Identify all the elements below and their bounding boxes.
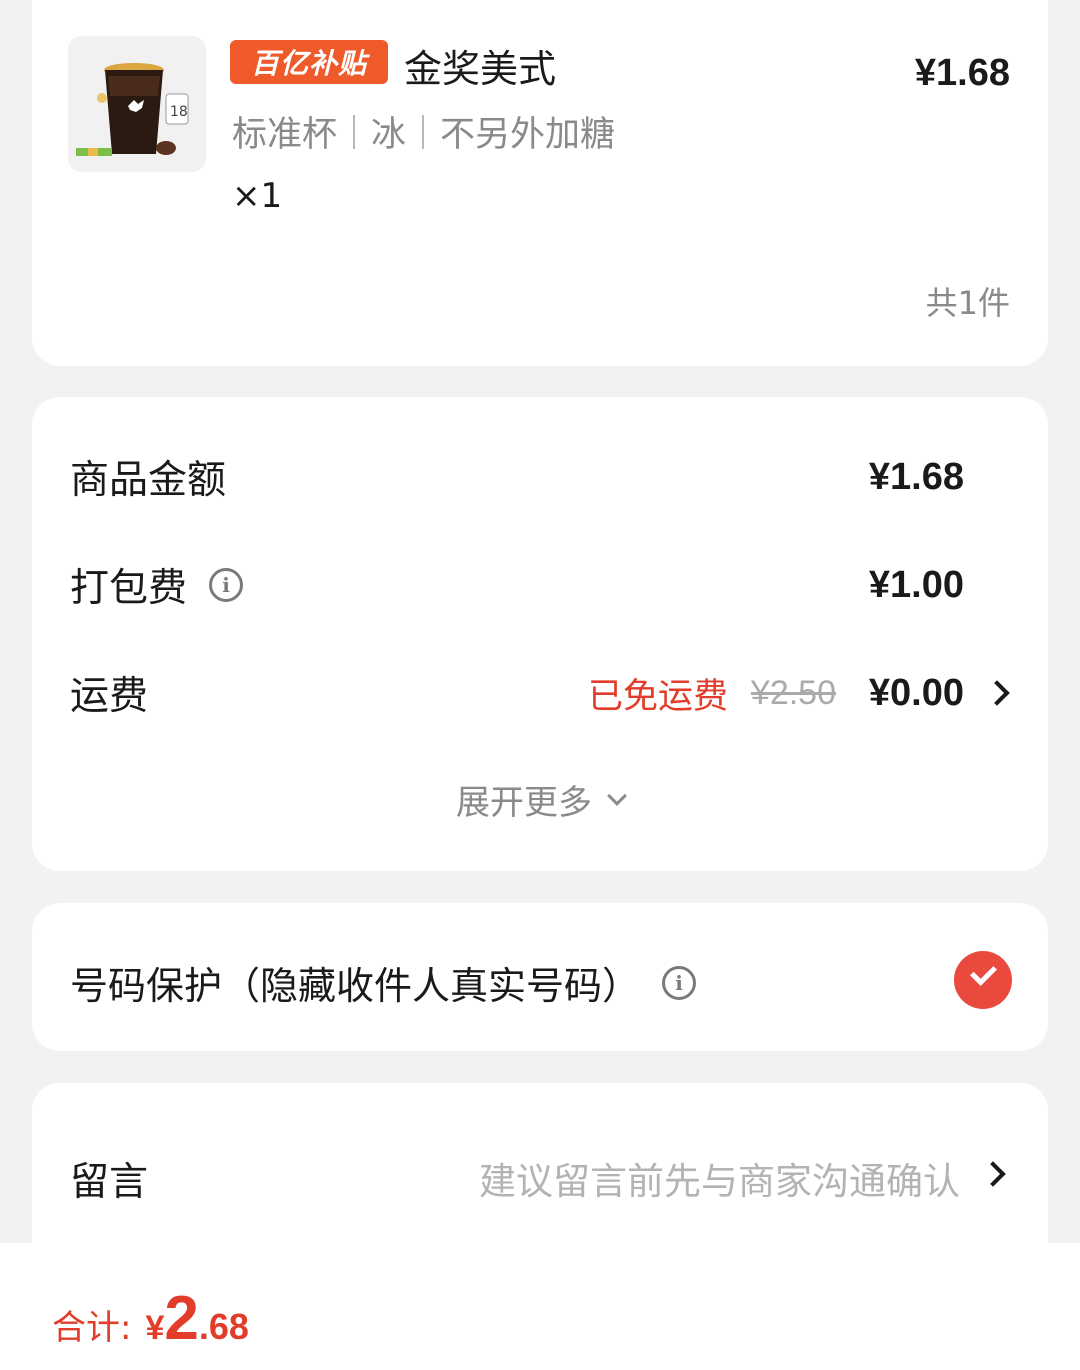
expand-more-label: 展开更多: [456, 783, 592, 823]
iced-americano-cup-image: 18: [68, 36, 206, 172]
goods-amount-value: ¥1.68: [868, 455, 964, 498]
spec-divider: [353, 114, 356, 149]
delivery-fee-row[interactable]: 运费 已免运费 ¥2.50 ¥0.00: [70, 663, 1010, 723]
total-currency: ¥: [145, 1309, 165, 1347]
svg-text:18: 18: [170, 104, 188, 120]
total-decimal: .68: [198, 1306, 249, 1347]
info-icon[interactable]: i: [662, 965, 697, 1000]
order-confirm-page: 18 百亿补贴 金奖美式 ¥1.68 标准杯 冰 不另外加糖 ×1 共1件 商品…: [0, 0, 1080, 1370]
packing-fee-row: 打包费 i ¥1.00: [70, 555, 1004, 615]
goods-amount-row: 商品金额 ¥1.68: [70, 447, 1004, 507]
product-name: 金奖美式: [404, 47, 557, 91]
spec-temperature: 冰: [371, 115, 407, 155]
product-image: 18: [68, 36, 206, 172]
fee-card: 商品金额 ¥1.68 打包费 i ¥1.00 运费 已免运费 ¥2.50 ¥0.…: [32, 397, 1048, 871]
delivery-fee-value: ¥0.00: [868, 671, 964, 714]
spec-sugar: 不另外加糖: [440, 115, 616, 155]
chevron-right-icon[interactable]: [980, 1161, 1006, 1187]
total-label: 合计:: [52, 1308, 132, 1348]
product-specs: 标准杯 冰 不另外加糖: [232, 106, 615, 157]
spec-size: 标准杯: [232, 115, 338, 155]
info-icon[interactable]: i: [209, 568, 244, 602]
goods-amount-label: 商品金额: [70, 458, 227, 503]
bottom-total-bar: 合计: ¥ 2 .68: [0, 1243, 1080, 1370]
message-placeholder[interactable]: 建议留言前先与商家沟通确认: [479, 1151, 960, 1205]
packing-fee-value: ¥1.00: [868, 563, 964, 606]
item-count: 共1件: [925, 284, 1010, 322]
delivery-fee-label: 运费: [70, 674, 149, 719]
spec-divider: [422, 114, 425, 149]
packing-fee-label: 打包费: [70, 566, 188, 611]
number-protection-checkbox[interactable]: [954, 951, 1012, 1009]
message-label: 留言: [70, 1160, 149, 1205]
product-price: ¥1.68: [914, 52, 1010, 94]
expand-more-button[interactable]: 展开更多: [32, 775, 1048, 824]
total-integer: 2: [164, 1284, 199, 1353]
product-card: 18 百亿补贴 金奖美式 ¥1.68 标准杯 冰 不另外加糖 ×1 共1件: [32, 0, 1048, 366]
number-protection-row: 号码保护（隐藏收件人真实号码） i: [70, 955, 697, 1010]
chevron-right-icon[interactable]: [984, 680, 1010, 706]
order-total: 合计: ¥ 2 .68: [52, 1283, 249, 1354]
original-delivery-fee: ¥2.50: [750, 673, 836, 712]
subsidy-badge: 百亿补贴: [230, 40, 388, 84]
number-protection-label: 号码保护（隐藏收件人真实号码）: [70, 964, 641, 1008]
free-delivery-text: 已免运费: [587, 676, 728, 717]
number-protection-card: 号码保护（隐藏收件人真实号码） i: [32, 903, 1048, 1051]
chevron-down-icon: [607, 785, 627, 806]
product-quantity: ×1: [232, 176, 283, 216]
